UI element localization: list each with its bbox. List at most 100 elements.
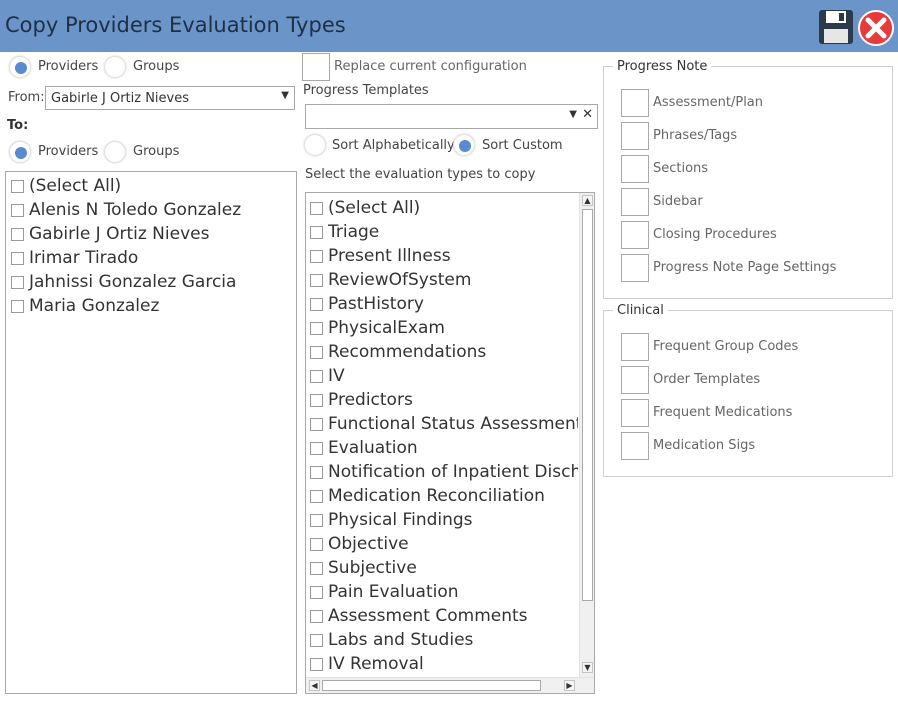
sort-alpha-radio[interactable] (304, 134, 326, 156)
checkbox[interactable] (310, 561, 323, 575)
list-item[interactable]: Jahnissi Gonzalez Garcia (11, 270, 296, 294)
assessment-plan-checkbox[interactable] (621, 89, 649, 117)
list-item[interactable]: ReviewOfSystem (310, 268, 578, 292)
list-item[interactable]: Irimar Tirado (11, 246, 296, 270)
checkbox[interactable] (310, 513, 323, 527)
replace-config-label: Replace current configuration (334, 59, 527, 74)
checkbox[interactable] (310, 489, 323, 503)
scroll-down-icon[interactable]: ▼ (582, 662, 593, 673)
h-scroll-thumb[interactable] (322, 680, 541, 691)
list-item[interactable]: Functional Status Assessment (310, 412, 578, 436)
assessment-plan-label: Assessment/Plan (653, 95, 764, 110)
from-providers-label: Providers (38, 59, 99, 74)
list-item[interactable]: Notification of Inpatient Discha (310, 460, 578, 484)
list-item[interactable]: Medication Reconciliation (310, 484, 578, 508)
list-item[interactable]: Maria Gonzalez (11, 294, 296, 318)
checkbox[interactable] (11, 179, 24, 193)
save-icon[interactable] (818, 9, 854, 45)
scroll-left-icon[interactable]: ◀ (309, 680, 320, 691)
to-providers-radio[interactable] (9, 141, 31, 163)
checkbox[interactable] (310, 297, 323, 311)
checkbox[interactable] (310, 609, 323, 623)
evaluation-types-list[interactable]: (Select All) Triage Present Illness Revi… (305, 192, 595, 694)
list-item[interactable]: (Select All) (310, 196, 578, 220)
checkbox[interactable] (310, 201, 323, 215)
checkbox[interactable] (310, 417, 323, 431)
progress-templates-select[interactable]: ▼ ✕ (305, 104, 598, 129)
templates-label: Progress Templates (303, 83, 429, 98)
close-icon[interactable] (857, 9, 895, 47)
closing-procedures-checkbox[interactable] (621, 221, 649, 249)
list-item[interactable]: Physical Findings (310, 508, 578, 532)
closing-procedures-label: Closing Procedures (653, 227, 777, 242)
list-item[interactable]: Predictors (310, 388, 578, 412)
checkbox[interactable] (11, 299, 24, 313)
list-item[interactable]: PhysicalExam (310, 316, 578, 340)
checkbox[interactable] (310, 345, 323, 359)
list-item[interactable]: IV Removal (310, 652, 578, 676)
checkbox[interactable] (11, 227, 24, 241)
page-settings-label: Progress Note Page Settings (653, 260, 837, 275)
page-settings-checkbox[interactable] (621, 254, 649, 282)
from-groups-radio[interactable] (104, 56, 126, 78)
chevron-down-icon[interactable]: ▼ (569, 109, 577, 120)
checkbox[interactable] (11, 203, 24, 217)
checkbox[interactable] (310, 225, 323, 239)
clear-icon[interactable]: ✕ (582, 107, 593, 122)
list-item[interactable]: Subjective (310, 556, 578, 580)
vertical-scrollbar[interactable]: ▲ ▼ (579, 193, 594, 677)
sort-custom-radio[interactable] (453, 134, 475, 156)
sidebar-checkbox[interactable] (621, 188, 649, 216)
list-item[interactable]: Pain Evaluation (310, 580, 578, 604)
checkbox[interactable] (11, 275, 24, 289)
list-item[interactable]: Assessment Comments (310, 604, 578, 628)
sections-checkbox[interactable] (621, 155, 649, 183)
sidebar-label: Sidebar (653, 194, 703, 209)
from-providers-radio[interactable] (9, 56, 31, 78)
list-item[interactable]: IV (310, 364, 578, 388)
checkbox[interactable] (310, 249, 323, 263)
window-title: Copy Providers Evaluation Types (5, 13, 346, 37)
to-groups-radio[interactable] (104, 141, 126, 163)
frequent-medications-checkbox[interactable] (621, 399, 649, 427)
checkbox[interactable] (310, 273, 323, 287)
checkbox[interactable] (310, 393, 323, 407)
scroll-right-icon[interactable]: ▶ (564, 680, 575, 691)
list-item[interactable]: Triage (310, 220, 578, 244)
list-item[interactable]: PastHistory (310, 292, 578, 316)
list-item[interactable]: Gabirle J Ortiz Nieves (11, 222, 296, 246)
order-templates-checkbox[interactable] (621, 366, 649, 394)
list-item[interactable]: Recommendations (310, 340, 578, 364)
frequent-group-codes-label: Frequent Group Codes (653, 339, 799, 354)
list-item[interactable]: Evaluation (310, 436, 578, 460)
order-templates-label: Order Templates (653, 372, 761, 387)
checkbox[interactable] (310, 537, 323, 551)
phrases-tags-label: Phrases/Tags (653, 128, 738, 143)
list-item[interactable]: Alenis N Toledo Gonzalez (11, 198, 296, 222)
scroll-thumb[interactable] (582, 209, 593, 601)
medication-sigs-checkbox[interactable] (621, 432, 649, 460)
select-types-label: Select the evaluation types to copy (305, 167, 536, 182)
checkbox[interactable] (310, 657, 323, 671)
to-providers-list[interactable]: (Select All) Alenis N Toledo Gonzalez Ga… (5, 171, 297, 694)
to-groups-label: Groups (133, 144, 180, 159)
checkbox[interactable] (310, 633, 323, 647)
frequent-group-codes-checkbox[interactable] (621, 333, 649, 361)
checkbox[interactable] (310, 465, 323, 479)
list-item[interactable]: (Select All) (11, 174, 296, 198)
from-provider-select[interactable]: Gabirle J Ortiz Nieves ▼ (45, 86, 295, 110)
scroll-up-icon[interactable]: ▲ (582, 195, 593, 206)
horizontal-scrollbar[interactable]: ◀ ▶ (306, 677, 594, 693)
list-item[interactable]: Labs and Studies (310, 628, 578, 652)
from-groups-label: Groups (133, 59, 180, 74)
phrases-tags-checkbox[interactable] (621, 122, 649, 150)
checkbox[interactable] (11, 251, 24, 265)
checkbox[interactable] (310, 321, 323, 335)
sections-label: Sections (653, 161, 709, 176)
list-item[interactable]: Present Illness (310, 244, 578, 268)
replace-config-checkbox[interactable] (302, 53, 330, 81)
checkbox[interactable] (310, 441, 323, 455)
checkbox[interactable] (310, 369, 323, 383)
list-item[interactable]: Objective (310, 532, 578, 556)
checkbox[interactable] (310, 585, 323, 599)
